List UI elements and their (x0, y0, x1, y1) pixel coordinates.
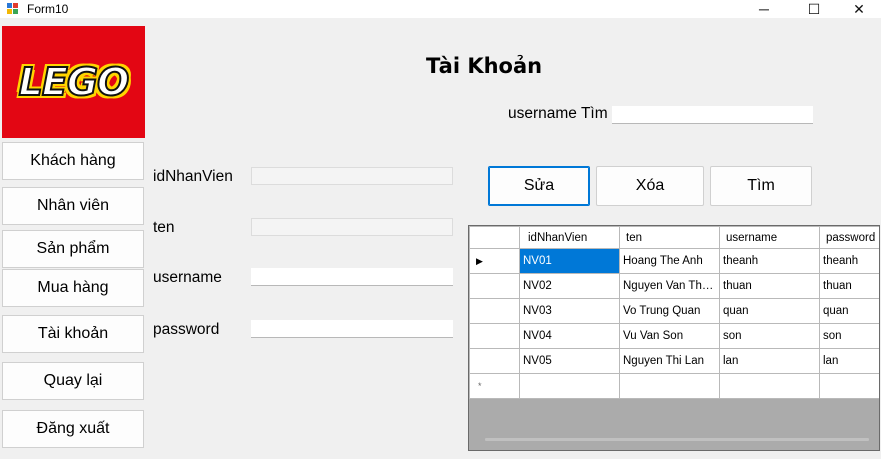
password-input[interactable] (251, 320, 453, 337)
ten-input (252, 219, 452, 236)
close-button[interactable]: ✕ (836, 0, 881, 18)
password-field[interactable] (251, 320, 453, 338)
minimize-button[interactable]: ─ (741, 0, 787, 18)
idnhanvien-input (252, 168, 452, 185)
row-header[interactable]: ▶ (469, 248, 520, 274)
sidebar-item-dang-xuat[interactable]: Đăng xuất (2, 410, 144, 448)
table-row[interactable]: NV05 Nguyen Thi Lan lan lan (469, 348, 879, 374)
horizontal-scrollbar[interactable] (485, 438, 869, 441)
cell-username[interactable]: quan (719, 298, 820, 324)
cell-idnhanvien[interactable]: NV02 (519, 273, 620, 299)
ten-label: ten (153, 219, 175, 236)
column-header-ten[interactable]: ten (619, 226, 720, 249)
edit-button[interactable]: Sửa (488, 166, 590, 206)
cell-idnhanvien[interactable]: NV04 (519, 323, 620, 349)
cell-idnhanvien[interactable]: NV01 (519, 248, 620, 274)
cell-ten[interactable]: Nguyen Thi Lan (619, 348, 720, 374)
sidebar-item-nhan-vien[interactable]: Nhân viên (2, 187, 144, 225)
maximize-button[interactable]: ☐ (791, 0, 837, 18)
accounts-table: idNhanVien ten username password ▶ NV01 … (469, 226, 879, 399)
current-row-arrow-icon: ▶ (476, 256, 483, 266)
table-row[interactable]: ▶ NV01 Hoang The Anh theanh theanh (469, 248, 879, 274)
lego-logo: LEGO (2, 26, 145, 138)
cell-password[interactable]: quan (819, 298, 879, 324)
idnhanvien-field (251, 167, 453, 185)
app-icon (7, 3, 18, 14)
sidebar-item-khach-hang[interactable]: Khách hàng (2, 142, 144, 180)
cell-ten[interactable]: Nguyen Van Thuan (619, 273, 720, 299)
new-cell[interactable] (819, 373, 879, 399)
table-row[interactable]: NV03 Vo Trung Quan quan quan (469, 298, 879, 324)
row-header[interactable]: * (469, 373, 520, 399)
username-input[interactable] (251, 268, 453, 285)
column-header-username[interactable]: username (719, 226, 820, 249)
new-cell[interactable] (719, 373, 820, 399)
search-input[interactable] (612, 106, 813, 123)
new-row[interactable]: * (469, 373, 879, 399)
cell-username[interactable]: theanh (719, 248, 820, 274)
header-corner (469, 226, 520, 249)
cell-password[interactable]: son (819, 323, 879, 349)
logo-text: LEGO (18, 59, 131, 105)
window-title: Form10 (27, 2, 69, 16)
username-label: username (153, 269, 222, 286)
table-header-row: idNhanVien ten username password (469, 226, 879, 249)
row-header[interactable] (469, 298, 520, 324)
table-row[interactable]: NV02 Nguyen Van Thuan thuan thuan (469, 273, 879, 299)
sidebar-item-mua-hang[interactable]: Mua hàng (2, 269, 144, 307)
username-field[interactable] (251, 268, 453, 286)
sidebar-item-tai-khoan[interactable]: Tài khoản (2, 315, 144, 353)
cell-password[interactable]: thuan (819, 273, 879, 299)
sidebar-item-san-pham[interactable]: Sản phẩm (2, 230, 144, 268)
cell-ten[interactable]: Vu Van Son (619, 323, 720, 349)
cell-idnhanvien[interactable]: NV03 (519, 298, 620, 324)
cell-ten[interactable]: Vo Trung Quan (619, 298, 720, 324)
accounts-grid[interactable]: idNhanVien ten username password ▶ NV01 … (468, 225, 880, 451)
password-label: password (153, 321, 220, 338)
cell-username[interactable]: thuan (719, 273, 820, 299)
cell-idnhanvien[interactable]: NV05 (519, 348, 620, 374)
search-field[interactable] (612, 106, 813, 124)
table-row[interactable]: NV04 Vu Van Son son son (469, 323, 879, 349)
row-header[interactable] (469, 323, 520, 349)
cell-password[interactable]: lan (819, 348, 879, 374)
cell-username[interactable]: lan (719, 348, 820, 374)
sidebar-item-quay-lai[interactable]: Quay lại (2, 362, 144, 400)
row-header[interactable] (469, 273, 520, 299)
title-bar: Form10 ─ ☐ ✕ (0, 0, 881, 18)
page-title: Tài Khoản (426, 54, 543, 78)
cell-password[interactable]: theanh (819, 248, 879, 274)
new-row-star-icon: * (478, 381, 482, 391)
cell-ten[interactable]: Hoang The Anh (619, 248, 720, 274)
search-label: username Tìm (508, 105, 608, 122)
idnhanvien-label: idNhanVien (153, 168, 233, 185)
ten-field (251, 218, 453, 236)
column-header-password[interactable]: password (819, 226, 879, 249)
cell-username[interactable]: son (719, 323, 820, 349)
row-header[interactable] (469, 348, 520, 374)
new-cell[interactable] (519, 373, 620, 399)
column-header-idnhanvien[interactable]: idNhanVien (519, 226, 620, 249)
search-button[interactable]: Tìm (710, 166, 812, 206)
delete-button[interactable]: Xóa (596, 166, 704, 206)
new-cell[interactable] (619, 373, 720, 399)
